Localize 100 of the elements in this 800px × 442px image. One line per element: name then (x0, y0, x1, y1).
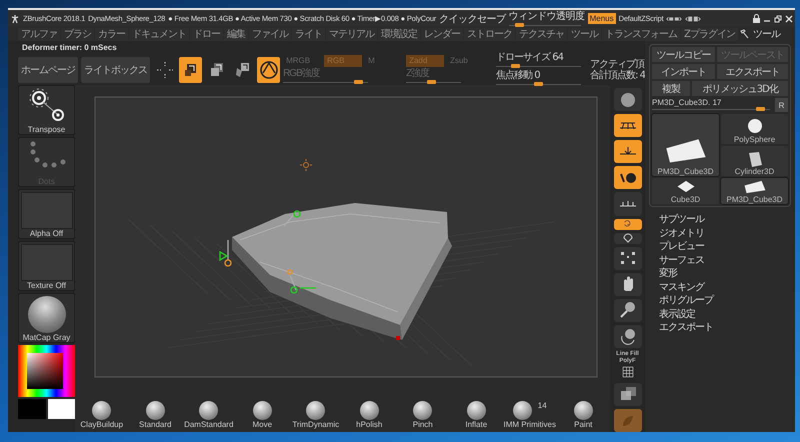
menu-item[interactable]: テクスチャ (516, 28, 567, 40)
menu-item[interactable]: マテリアル (326, 28, 377, 40)
menu-item[interactable]: ストローク (464, 28, 515, 40)
panel-section[interactable]: 表示設定 (659, 308, 791, 321)
tool-thumbnail[interactable]: Cylinder3D (721, 146, 788, 176)
shelf-tile[interactable]: Texture Off (18, 241, 75, 291)
menu-item[interactable]: ツール (568, 28, 601, 40)
shelf-tile[interactable]: Transpose (18, 85, 75, 135)
symmetry-view-button[interactable] (614, 192, 642, 216)
move-mode-button[interactable] (179, 56, 202, 82)
menu-item[interactable]: トランスフォーム (602, 28, 680, 40)
toolbar-button[interactable]: ホームページ (18, 56, 78, 82)
tile-label: Texture Off (27, 281, 66, 290)
empty-preview (20, 244, 72, 281)
saturation-square[interactable] (27, 353, 63, 389)
panel-section[interactable]: ジオメトリ (659, 226, 791, 240)
menu-item[interactable]: ドロー (190, 28, 223, 40)
menu-item[interactable]: カラー (95, 28, 128, 40)
panel-section[interactable]: プレビュー (659, 240, 791, 254)
brush-item[interactable]: hPolish (342, 399, 396, 432)
menu-item[interactable]: アルファ (18, 28, 60, 40)
tool-button[interactable]: エクスポート (716, 64, 788, 79)
xyz-view-button[interactable] (614, 218, 642, 230)
panel-section[interactable]: サブツール (659, 213, 791, 226)
brush-sphere-icon (306, 401, 326, 420)
tool-button[interactable]: ツールコピー (652, 47, 714, 62)
thumbnail-label: Cylinder3D (734, 167, 774, 176)
frame-view-button[interactable] (614, 246, 642, 270)
slider-track[interactable] (652, 107, 770, 112)
tool-button[interactable]: 複製 (652, 81, 690, 96)
ghost-view-button[interactable] (614, 408, 642, 432)
brush-item[interactable]: TrimDynamic (289, 399, 342, 432)
panel-section[interactable]: ポリグループ (659, 294, 791, 308)
edit-mode-button[interactable] (257, 56, 280, 82)
brush-item[interactable]: Move (236, 399, 289, 432)
menu-item[interactable]: 環境設定 (378, 28, 420, 40)
perspective-view-button[interactable] (614, 114, 642, 138)
restore-icon[interactable] (774, 14, 782, 22)
brush-item[interactable]: Inflate (450, 399, 503, 432)
slider-thumb[interactable] (511, 64, 520, 68)
tool-thumbnail[interactable]: PM3D_Cube3D (652, 114, 719, 176)
shelf-tile[interactable]: Alpha Off (18, 189, 75, 239)
brush-item[interactable]: ClayBuildup (75, 399, 128, 432)
slider-thumb[interactable] (756, 107, 765, 111)
tool-button[interactable]: インポート (652, 64, 714, 79)
quicksave-button[interactable]: クイックセーブ (439, 12, 506, 26)
brush-label: ClayBuildup (80, 420, 124, 429)
color-swatch[interactable] (18, 399, 46, 419)
squares-icon (234, 60, 252, 78)
menu-item[interactable]: 編集 (224, 28, 248, 40)
local-view-button[interactable] (614, 166, 642, 190)
brush-item[interactable]: Paint (556, 399, 610, 432)
slider-thumb[interactable] (354, 80, 363, 84)
menu-item[interactable]: ドキュメント (129, 28, 189, 40)
tool-button[interactable]: ポリメッシュ3D化 (692, 81, 788, 96)
slider-label: Z強度 (406, 68, 430, 78)
shelf-tile[interactable]: MatCap Gray (18, 293, 75, 343)
menu-item[interactable]: レンダー (421, 28, 463, 40)
floor-view-button[interactable] (614, 140, 642, 164)
rotate-view-button[interactable] (614, 324, 642, 348)
menu-item[interactable]: ファイル (249, 28, 291, 40)
brush-item[interactable]: DamStandard (182, 399, 236, 432)
brush-label: Pinch (412, 420, 433, 429)
transparent-view-button[interactable] (614, 382, 642, 406)
brush-label: Inflate (465, 420, 488, 429)
slider-thumb[interactable] (426, 80, 436, 84)
brush-label: TrimDynamic (292, 420, 340, 429)
layout-arrows-icon[interactable] (666, 14, 682, 22)
move-view-button[interactable] (614, 272, 642, 296)
color-picker[interactable] (18, 345, 75, 397)
menus-button[interactable]: Menus (588, 13, 616, 24)
small-view-button[interactable] (614, 232, 642, 244)
layout-arrows-icon[interactable] (685, 14, 702, 22)
panel-section[interactable]: エクスポート (659, 321, 791, 334)
tool-thumbnail[interactable]: PolySphere (721, 114, 788, 144)
panel-section[interactable]: マスキング (659, 280, 791, 294)
menu-item[interactable]: ブラシ (61, 28, 94, 40)
menu-item[interactable]: Zプラグイン (681, 28, 738, 40)
panel-section[interactable]: 変形 (659, 267, 791, 280)
brush-item[interactable]: Pinch (396, 399, 450, 432)
color-swatch[interactable] (48, 399, 75, 419)
tool-thumbnail[interactable]: Cube3D (652, 178, 719, 204)
brush-item[interactable]: Standard (128, 399, 182, 432)
slider-thumb[interactable] (534, 82, 544, 86)
symmetry-icon (618, 200, 636, 208)
toolbar-button[interactable]: ライトボックス (81, 56, 150, 82)
zoom-view-button[interactable] (614, 298, 642, 322)
slider-track[interactable] (283, 80, 368, 84)
hammer-icon (738, 29, 749, 39)
panel-section[interactable]: サーフェス (659, 254, 791, 267)
thumbnail-label: PM3D_Cube3D (657, 167, 714, 176)
tool-thumbnail[interactable]: PM3D_Cube3D (721, 178, 788, 204)
reset-button[interactable]: R (775, 98, 788, 112)
brush-sphere-icon (574, 401, 593, 420)
lock-icon[interactable] (753, 14, 760, 23)
render-view-button[interactable] (614, 88, 642, 112)
menu-item[interactable]: ライト (292, 28, 325, 40)
close-icon[interactable] (785, 14, 793, 22)
brush-item[interactable]: 14 IMM Primitives (503, 399, 556, 432)
slider-thumb[interactable] (514, 22, 524, 26)
